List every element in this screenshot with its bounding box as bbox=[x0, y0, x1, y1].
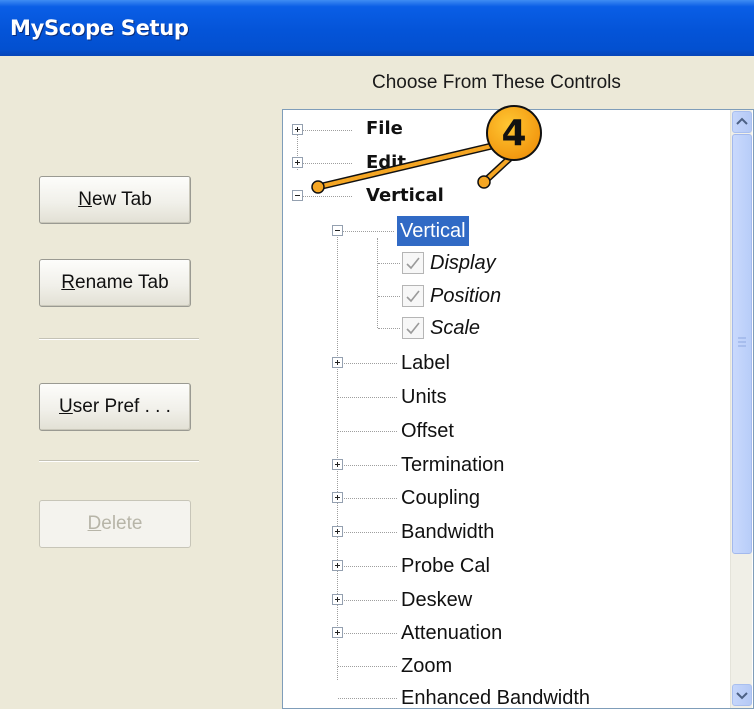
callout-dot bbox=[311, 180, 325, 194]
callout-dot bbox=[477, 175, 491, 189]
step-callout-badge: 4 bbox=[486, 105, 542, 161]
myscope-setup-window: MyScope Setup Choose From These Controls… bbox=[0, 0, 754, 709]
callout-pointer-lines bbox=[311, 141, 513, 194]
